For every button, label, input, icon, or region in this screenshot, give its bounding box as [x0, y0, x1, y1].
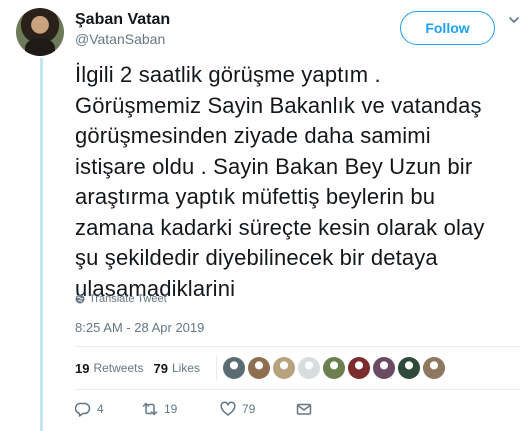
likes-stat[interactable]: 79 Likes: [154, 361, 200, 376]
direct-message-action[interactable]: [296, 401, 312, 417]
tweet-stats: 19 Retweets 79 Likes: [75, 355, 445, 381]
author-handle[interactable]: @VatanSaban: [75, 31, 165, 47]
liker-avatar[interactable]: [422, 357, 445, 379]
follow-button[interactable]: Follow: [400, 11, 495, 45]
translate-label[interactable]: Translate Tweet: [89, 293, 167, 305]
liker-avatar[interactable]: [297, 357, 320, 379]
divider: [75, 346, 520, 347]
reply-action[interactable]: 4: [75, 401, 142, 417]
author-name[interactable]: Şaban Vatan: [75, 11, 170, 29]
liker-avatar[interactable]: [397, 357, 420, 379]
translate-tweet-link[interactable]: Translate Tweet: [75, 293, 167, 305]
chevron-down-icon[interactable]: [508, 14, 520, 26]
reply-icon: [75, 402, 91, 417]
avatar[interactable]: [16, 8, 64, 56]
retweets-label: Retweets: [93, 361, 144, 375]
thread-line: [40, 58, 43, 431]
retweet-count: 19: [164, 402, 178, 416]
retweets-stat[interactable]: 19 Retweets: [75, 361, 144, 376]
liker-avatar[interactable]: [247, 357, 270, 379]
liker-avatars: [222, 357, 445, 379]
liker-avatar[interactable]: [272, 357, 295, 379]
likes-count: 79: [153, 360, 168, 376]
tweet-timestamp[interactable]: 8:25 AM - 28 Apr 2019: [75, 320, 204, 335]
heart-icon: [220, 401, 236, 416]
retweet-action[interactable]: 19: [142, 401, 220, 417]
stats-separator: [215, 355, 217, 381]
retweets-count: 19: [75, 360, 90, 376]
reply-count: 4: [97, 402, 104, 416]
liker-avatar[interactable]: [322, 357, 345, 379]
tweet-text: İlgili 2 saatlik görüşme yaptım . Görüşm…: [75, 62, 485, 301]
retweet-icon: [142, 402, 158, 416]
divider: [75, 389, 520, 390]
like-action[interactable]: 79: [220, 401, 296, 417]
like-count: 79: [242, 402, 256, 416]
globe-icon: [75, 294, 85, 304]
liker-avatar[interactable]: [347, 357, 370, 379]
tweet-actions: 4 19 79: [75, 401, 312, 417]
likes-label: Likes: [171, 361, 200, 375]
liker-avatar[interactable]: [372, 357, 395, 379]
liker-avatar[interactable]: [222, 357, 245, 379]
envelope-icon: [296, 403, 312, 415]
